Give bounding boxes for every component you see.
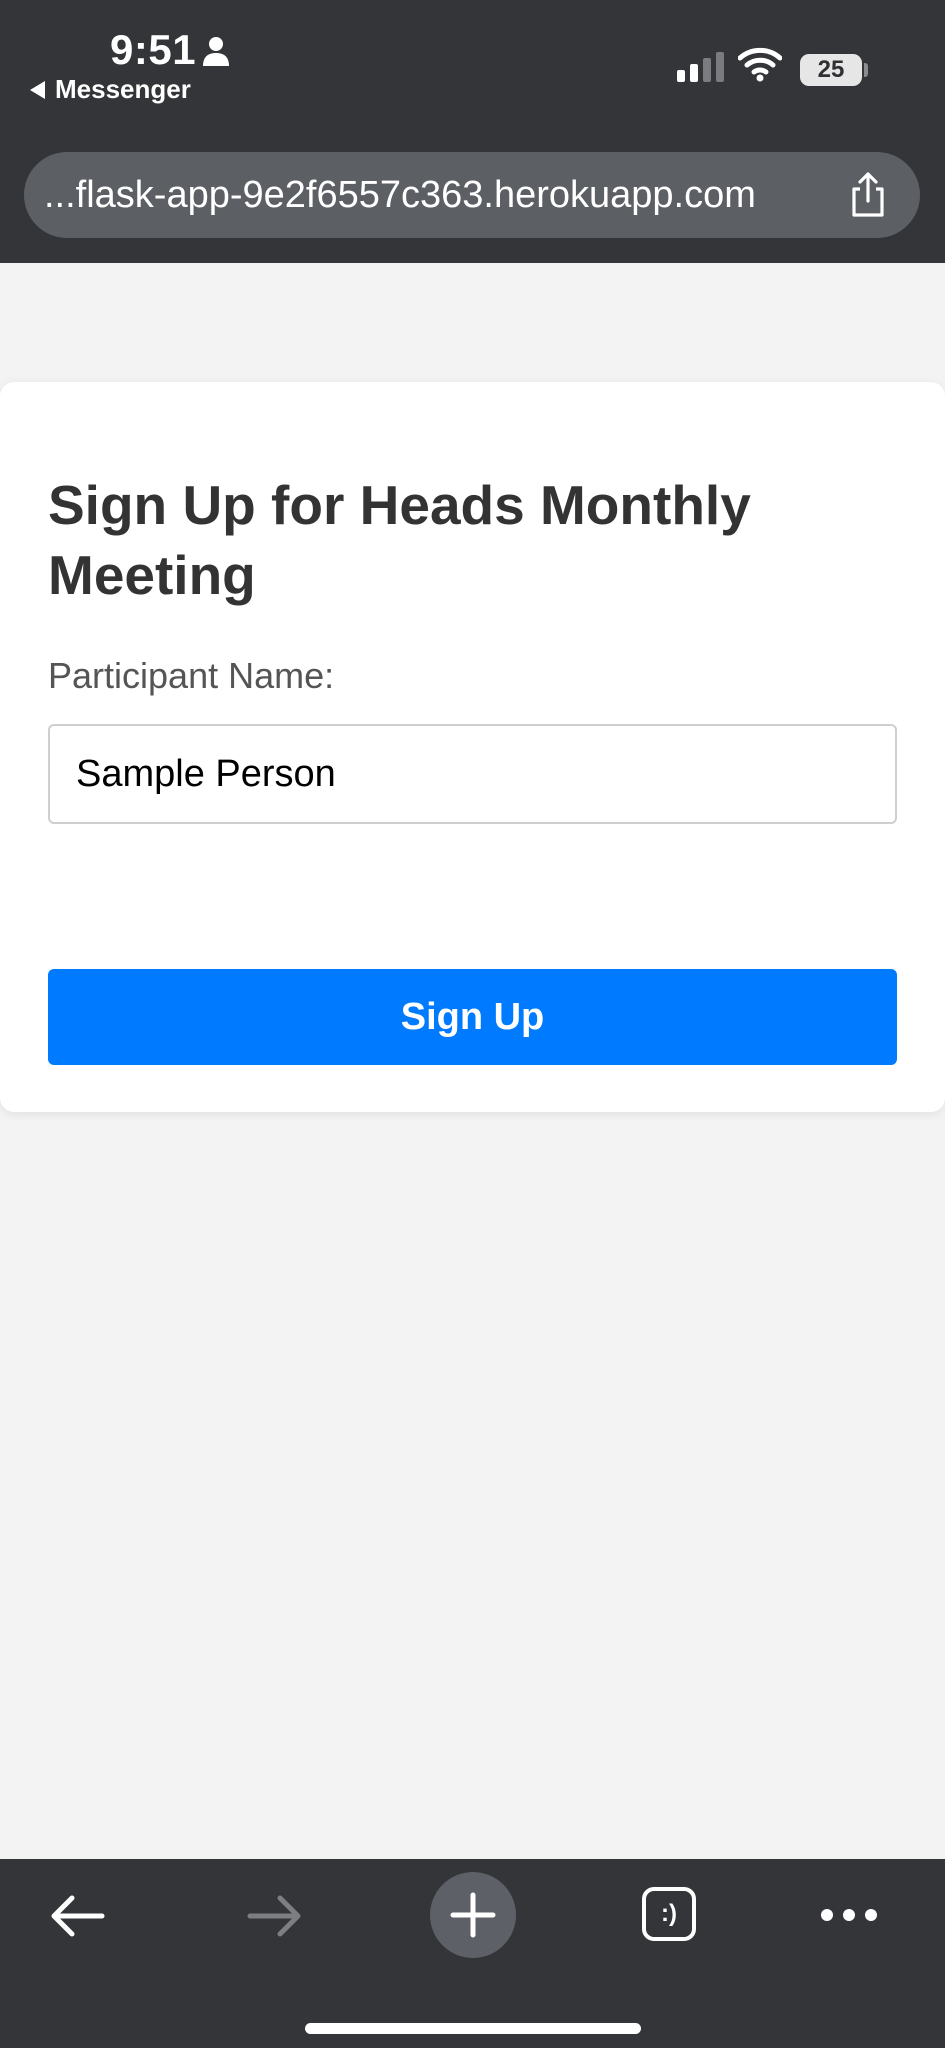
wifi-icon — [737, 46, 783, 87]
tabs-icon: :) — [642, 1887, 696, 1941]
back-to-messenger[interactable]: Messenger — [30, 74, 191, 105]
forward-arrow-icon — [247, 1895, 301, 1937]
back-app-label: Messenger — [55, 74, 191, 104]
participant-name-input[interactable] — [48, 724, 897, 824]
forward-button[interactable] — [238, 1879, 312, 1953]
home-indicator[interactable] — [305, 2023, 641, 2034]
status-time: 9:51 — [110, 26, 197, 73]
browser-top-bar: 9:51 Messenger 25 ...flask-app-9e2f6557c… — [0, 0, 945, 263]
person-icon — [202, 36, 230, 71]
tabs-label: :) — [661, 1900, 677, 1927]
back-triangle-icon — [30, 80, 45, 99]
battery-indicator: 25 — [800, 54, 862, 86]
participant-name-label: Participant Name: — [48, 655, 335, 696]
tabs-button[interactable]: :) — [638, 1883, 700, 1945]
more-icon — [821, 1909, 877, 1921]
address-bar[interactable]: ...flask-app-9e2f6557c363.herokuapp.com — [24, 152, 920, 238]
back-button[interactable] — [40, 1879, 114, 1953]
back-arrow-icon — [51, 1895, 105, 1937]
signup-card: Sign Up for Heads Monthly Meeting Partic… — [0, 382, 945, 1112]
share-icon[interactable] — [848, 171, 888, 224]
browser-bottom-toolbar: :) — [0, 1859, 945, 2048]
more-button[interactable] — [814, 1887, 884, 1943]
new-tab-button[interactable] — [430, 1872, 516, 1958]
cellular-signal-icon — [677, 52, 724, 82]
page-title: Sign Up for Heads Monthly Meeting — [48, 474, 751, 606]
url-text[interactable]: ...flask-app-9e2f6557c363.herokuapp.com — [44, 174, 859, 217]
sign-up-button[interactable]: Sign Up — [48, 969, 897, 1065]
battery-tip — [864, 63, 868, 77]
plus-icon — [450, 1892, 496, 1938]
